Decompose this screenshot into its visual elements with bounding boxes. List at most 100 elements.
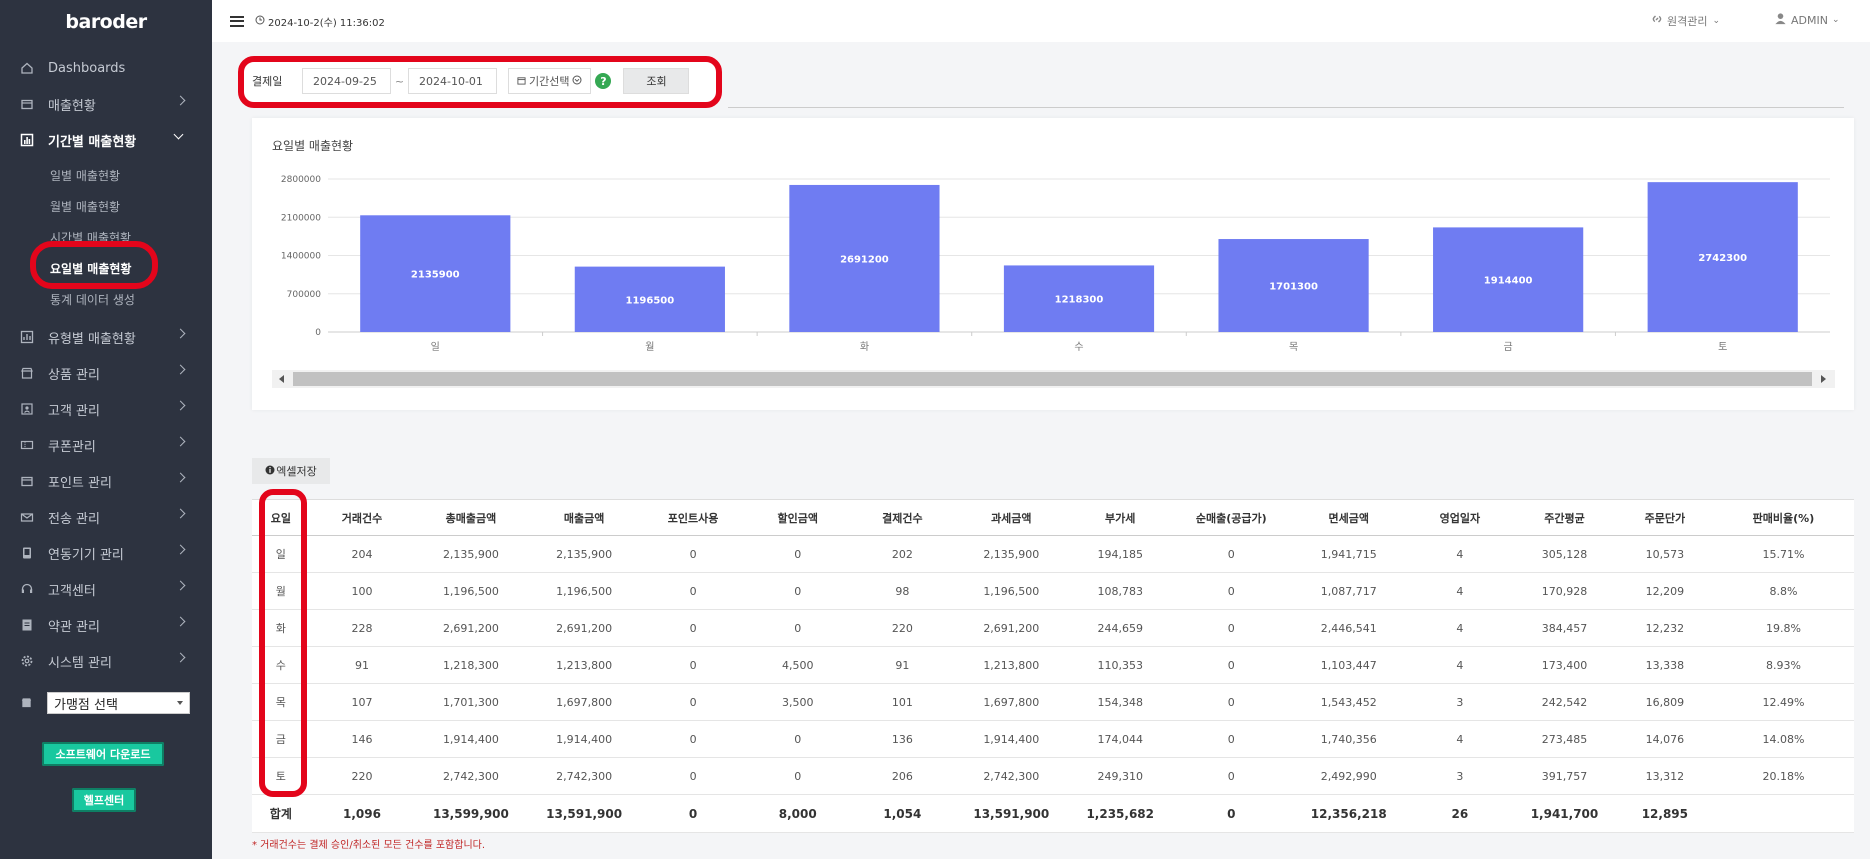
device-icon <box>20 546 34 560</box>
end-date-input[interactable]: 2024-10-01 <box>408 68 497 94</box>
clock-icon <box>255 15 265 28</box>
table-cell: 0 <box>640 646 746 684</box>
sidebar-subitem-daily[interactable]: 일별 매출현황 <box>0 160 212 191</box>
table-cell: 101 <box>850 683 955 721</box>
table-cell: 4,500 <box>745 646 851 684</box>
table-cell: 4 <box>1407 646 1513 684</box>
chevron-right-icon <box>175 580 186 591</box>
table-cell: 8.93% <box>1712 646 1854 684</box>
x-tick-label: 수 <box>1074 341 1083 353</box>
store-select[interactable]: 가맹점 선택 <box>47 692 190 714</box>
table-cell: 0 <box>640 535 746 573</box>
table-cell: 1,914,400 <box>954 720 1068 758</box>
user-card-icon <box>20 402 34 416</box>
datetime: 2024-10-2(수) 11:36:02 <box>255 14 385 29</box>
scroll-left-icon[interactable] <box>279 375 284 383</box>
table-total-cell: 13,591,900 <box>527 794 641 833</box>
brand-logo[interactable]: baroder <box>0 0 212 44</box>
sidebar-item-transfer[interactable]: 전송 관리 <box>0 499 212 535</box>
sidebar-item-dashboards[interactable]: Dashboards <box>0 50 212 86</box>
sidebar-subitem-monthly[interactable]: 월별 매출현황 <box>0 191 212 222</box>
sidebar-item-label: 연동기기 관리 <box>48 547 124 563</box>
table-cell: 3 <box>1407 757 1513 795</box>
user-menu[interactable]: ADMIN ⌄ <box>1774 12 1840 28</box>
x-tick-label: 목 <box>1289 341 1298 353</box>
app: baroder Dashboards 매출현황 기간별 매출현황 일별 매출현황… <box>0 0 1870 859</box>
sidebar-item-type-sales[interactable]: 유형별 매출현황 <box>0 319 212 355</box>
table-cell: 146 <box>309 720 415 758</box>
table-header-cell: 요일 <box>252 499 310 536</box>
table-total-cell: 13,591,900 <box>954 794 1068 833</box>
table-cell: 173,400 <box>1512 646 1617 684</box>
sidebar-item-period-sales[interactable]: 기간별 매출현황 <box>0 122 212 158</box>
chart-icon <box>20 330 34 344</box>
bar-value-label: 2135900 <box>411 270 460 281</box>
table-cell: 1,701,300 <box>414 683 528 721</box>
chevron-down-icon: ⌄ <box>1831 15 1840 25</box>
table-header-cell: 결제건수 <box>850 499 955 536</box>
excel-save-label: 엑셀저장 <box>276 465 317 478</box>
sidebar-subitem-hourly[interactable]: 시간별 매출현황 <box>0 222 212 253</box>
sidebar-item-terms[interactable]: 약관 관리 <box>0 607 212 643</box>
table-cell: 244,659 <box>1067 609 1173 647</box>
period-select-button[interactable]: 기간선택 <box>508 68 592 94</box>
table-cell: 화 <box>252 609 310 647</box>
table-header-cell: 주간평균 <box>1512 499 1617 536</box>
bar-value-label: 1196500 <box>625 295 674 306</box>
software-download-button[interactable]: 소프트웨어 다운로드 <box>42 742 164 766</box>
table-cell: 2,742,300 <box>527 757 641 795</box>
table-cell: 0 <box>1172 646 1291 684</box>
start-date-input[interactable]: 2024-09-25 <box>302 68 391 94</box>
table-cell: 174,044 <box>1067 720 1173 758</box>
bar-value-label: 1218300 <box>1055 295 1104 306</box>
table-cell: 305,128 <box>1512 535 1617 573</box>
table-cell: 0 <box>640 720 746 758</box>
sidebar-item-coupons[interactable]: 쿠폰관리 <box>0 427 212 463</box>
sidebar-item-label: 쿠폰관리 <box>48 439 96 455</box>
scroll-right-icon[interactable] <box>1821 375 1826 383</box>
sidebar-item-customers[interactable]: 고객 관리 <box>0 391 212 427</box>
table-cell: 249,310 <box>1067 757 1173 795</box>
table-cell: 8.8% <box>1712 572 1854 610</box>
table-cell: 2,135,900 <box>414 535 528 573</box>
sidebar-item-label: 전송 관리 <box>48 511 100 527</box>
user-icon <box>1774 12 1787 28</box>
sidebar-item-products[interactable]: 상품 관리 <box>0 355 212 391</box>
table-cell: 2,135,900 <box>954 535 1068 573</box>
table-cell: 수 <box>252 646 310 684</box>
sidebar-item-label: 시스템 관리 <box>48 655 112 671</box>
table-total-cell <box>1712 794 1854 833</box>
sidebar-item-sales[interactable]: 매출현황 <box>0 86 212 122</box>
table-cell: 1,914,400 <box>414 720 528 758</box>
table-cell: 136 <box>850 720 955 758</box>
table-cell: 14,076 <box>1616 720 1713 758</box>
bar-value-label: 2742300 <box>1698 253 1747 264</box>
sidebar-item-points[interactable]: 포인트 관리 <box>0 463 212 499</box>
table-cell: 98 <box>850 572 955 610</box>
sidebar-item-system[interactable]: 시스템 관리 <box>0 643 212 679</box>
help-center-button[interactable]: 헬프센터 <box>72 788 136 812</box>
sidebar-item-support[interactable]: 고객센터 <box>0 571 212 607</box>
weekday-sales-chart: 2800000 2100000 1400000 700000 0 2135900 일 1196… <box>281 175 1830 353</box>
table-cell: 108,783 <box>1067 572 1173 610</box>
table-cell: 19.8% <box>1712 609 1854 647</box>
table-cell: 1,103,447 <box>1290 646 1408 684</box>
query-button[interactable]: 조회 <box>623 68 690 94</box>
table-total-cell: 13,599,900 <box>414 794 528 833</box>
sidebar-subitem-stats[interactable]: 통계 데이터 생성 <box>0 284 212 315</box>
table-total-cell: 1,235,682 <box>1067 794 1173 833</box>
sidebar-item-label: 약관 관리 <box>48 619 100 635</box>
table-header-cell: 주문단가 <box>1616 499 1713 536</box>
sidebar-subitem-weekday[interactable]: 요일별 매출현황 <box>0 253 212 284</box>
remote-menu[interactable]: 원격관리 ⌄ <box>1650 12 1720 29</box>
sidebar-item-devices[interactable]: 연동기기 관리 <box>0 535 212 571</box>
filter-row: 결제일 2024-09-25 ~ 2024-10-01 기간선택 ? 조회 <box>252 68 690 94</box>
hamburger-menu-icon[interactable] <box>230 15 244 27</box>
chart-scrollbar-thumb[interactable] <box>293 372 1812 386</box>
table-cell: 0 <box>1172 609 1291 647</box>
excel-save-button[interactable]: 엑셀저장 <box>252 458 330 484</box>
table-cell: 2,446,541 <box>1290 609 1408 647</box>
chevron-right-icon <box>175 508 186 519</box>
table-cell: 242,542 <box>1512 683 1617 721</box>
help-icon[interactable]: ? <box>595 73 612 89</box>
